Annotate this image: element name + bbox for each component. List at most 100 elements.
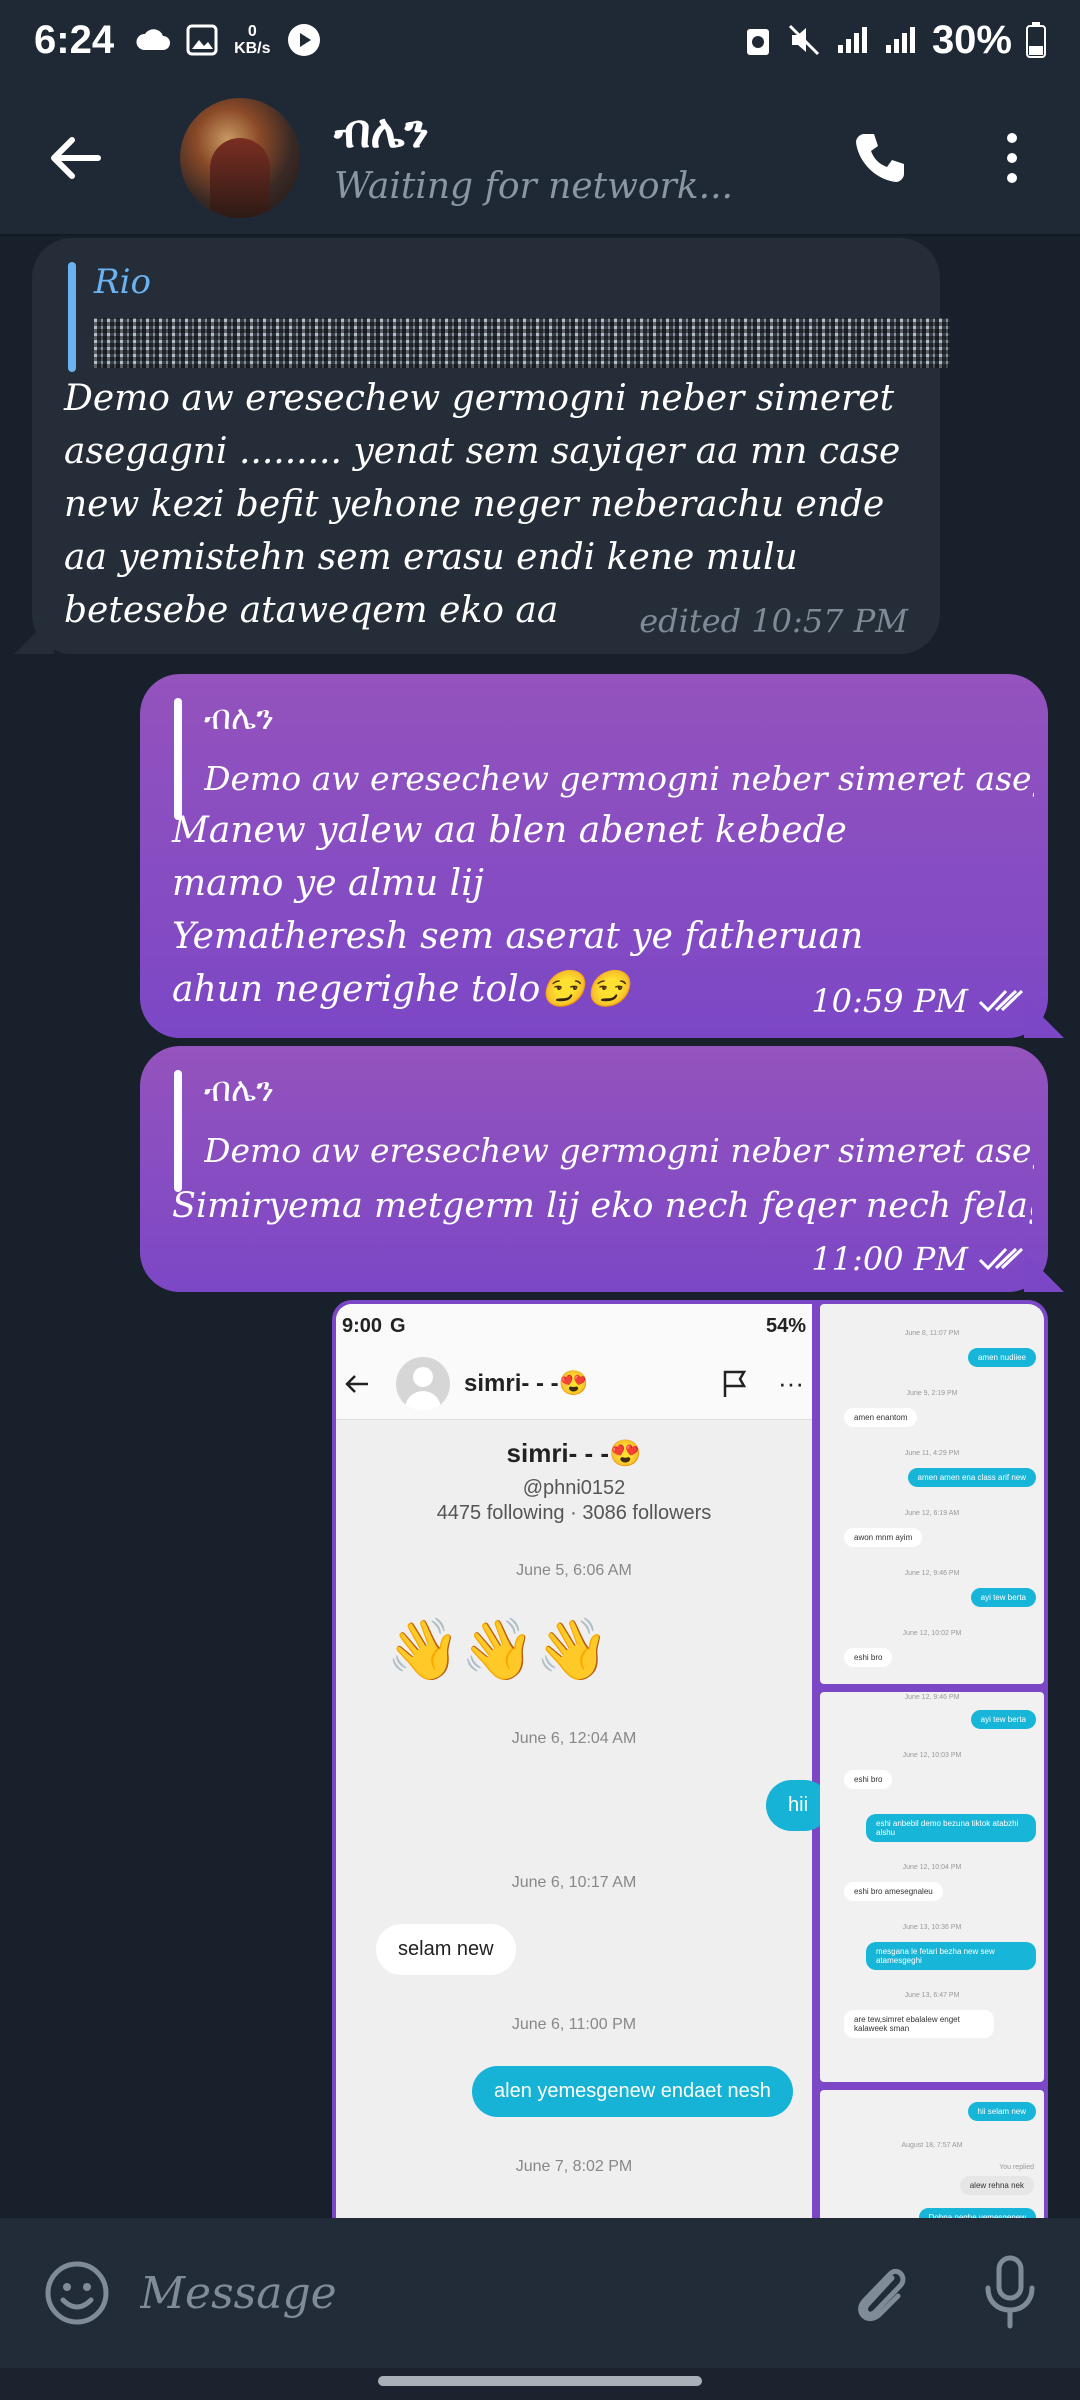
shot-header-name: simri- - -😍 xyxy=(464,1370,589,1397)
reply-bar xyxy=(174,698,182,820)
back-arrow-icon[interactable] xyxy=(46,128,106,188)
shot-date: June 6, 12:04 AM xyxy=(511,1730,637,1747)
mini-date: June 11, 4:29 PM xyxy=(904,1450,960,1457)
cloud-icon xyxy=(136,29,171,50)
flag-icon xyxy=(723,1370,747,1397)
phone-icon[interactable] xyxy=(850,128,910,188)
chat-header: ብሌን Waiting for network... xyxy=(0,80,1080,236)
net-speed-unit: KB/s xyxy=(234,40,271,57)
outgoing-message[interactable]: ብሌን Demo aw eresechew germogni neber sim… xyxy=(140,1046,1048,1292)
shot-out-msg: alen yemesgenew endaet nesh xyxy=(472,2066,793,2117)
status-bar: 6:24 0 KB/s 30% xyxy=(0,0,1080,80)
status-right-icons: 30% xyxy=(744,18,1046,63)
outgoing-message[interactable]: ብሌን Demo aw eresechew germogni neber sim… xyxy=(140,674,1048,1038)
screenshot-photo-3[interactable]: June 12, 9:46 PM ayi tew berta June 12, … xyxy=(820,1692,1044,2082)
double-check-icon xyxy=(978,989,1024,1013)
image-icon xyxy=(186,24,218,56)
home-gesture-pill[interactable] xyxy=(378,2376,702,2386)
mini-date: June 12, 9:46 PM xyxy=(904,1570,960,1577)
signal-icon-2 xyxy=(885,27,915,53)
mini-in-msg: eshi bro xyxy=(844,1648,893,1667)
screenshot-photo-main[interactable]: 9:00 G 54% simri- - -😍 ··· simri- - -😍 @… xyxy=(336,1304,831,2218)
mini-date: June 12, 10:03 PM xyxy=(902,1752,962,1759)
shot-date: June 5, 6:06 AM xyxy=(516,1562,632,1579)
shot-back-icon xyxy=(345,1374,368,1393)
shot-profile-name: simri- - -😍 xyxy=(506,1438,642,1468)
microphone-icon[interactable] xyxy=(980,2254,1040,2330)
play-icon xyxy=(287,24,320,56)
status-left-icons: 0 KB/s xyxy=(136,23,320,57)
shot-battery: 54% xyxy=(765,1314,806,1337)
reply-preview: Demo aw eresechew germogni neber simeret… xyxy=(204,759,1034,798)
mini-date: June 12, 6:19 AM xyxy=(904,1510,960,1517)
mini-out-msg: eshi anbebil demo bezuna tiktok atabzhi … xyxy=(866,1814,1036,1842)
mini-in-msg: eshi bro amesegnaleu xyxy=(844,1882,943,1901)
incoming-message[interactable]: Rio Demo aw eresechew germogni neber sim… xyxy=(32,238,950,654)
mini-in-msg: are tew,simret ebalalew enget kalaweek s… xyxy=(844,2010,994,2038)
reply-preview: Demo aw eresechew germogni neber simeret… xyxy=(204,1131,1034,1170)
attach-icon[interactable] xyxy=(848,2258,914,2328)
net-speed-value: 0 xyxy=(247,23,257,40)
reply-author: Rio xyxy=(94,262,151,302)
mini-reply-label: You replied xyxy=(999,2164,1034,2171)
mini-in-msg: amen enantom xyxy=(844,1408,918,1427)
mini-out-msg: hii selam new xyxy=(967,2102,1036,2121)
net-speed: 0 KB/s xyxy=(234,23,270,57)
shot-date: June 6, 10:17 AM xyxy=(511,1874,637,1891)
message-meta: edited 10:57 PM xyxy=(639,602,908,640)
shot-in-msg: selam new xyxy=(376,1924,516,1975)
more-options-icon[interactable] xyxy=(990,128,1034,188)
message-time: 11:00 PM xyxy=(811,1240,968,1278)
message-list[interactable]: Rio Demo aw eresechew germogni neber sim… xyxy=(0,238,1080,2218)
signal-icon-1 xyxy=(837,27,867,53)
reply-author: ብሌን xyxy=(204,698,275,738)
mini-out-msg: mesgana le fetari bezha new sew atamesge… xyxy=(866,1942,1036,1970)
reply-bar xyxy=(174,1070,182,1192)
emoji-icon[interactable] xyxy=(44,2260,110,2326)
mini-date: June 12, 9:46 PM xyxy=(904,1694,960,1701)
mini-in-msg: awon mnm ayim xyxy=(844,1528,923,1547)
reply-bar xyxy=(68,262,76,372)
shot-g: G xyxy=(390,1314,406,1337)
mini-date: June 8, 11:07 PM xyxy=(904,1330,960,1337)
photo-album[interactable]: 9:00 G 54% simri- - -😍 ··· simri- - -😍 @… xyxy=(332,1300,1048,2218)
battery-percent: 30% xyxy=(931,17,1012,62)
mini-date: June 9, 2:19 PM xyxy=(906,1390,958,1397)
message-composer xyxy=(0,2218,1080,2368)
contact-name[interactable]: ብሌን xyxy=(334,104,429,160)
reply-author: ብሌን xyxy=(204,1070,275,1110)
shot-avatar xyxy=(396,1356,450,1411)
recycle-icon xyxy=(746,29,769,55)
connection-status: Waiting for network... xyxy=(334,166,733,207)
shot-handle: @phni0152 xyxy=(522,1477,626,1499)
mini-out-msg: ayi tew berta xyxy=(970,1588,1036,1607)
screenshot-photo-2[interactable]: June 8, 11:07 PM amen nudiiee June 9, 2:… xyxy=(820,1304,1044,1684)
message-input[interactable] xyxy=(140,2258,780,2328)
mini-out-msg: amen amen ena class arif new xyxy=(907,1468,1036,1487)
mini-date: June 12, 10:02 PM xyxy=(902,1630,962,1637)
mini-out-msg: ayi tew berta xyxy=(970,1710,1036,1729)
hidden-reply-preview xyxy=(94,318,950,368)
shot-profile: simri- - -😍 @phni0152 4475 following · 3… xyxy=(336,1420,812,1525)
message-meta: 11:00 PM xyxy=(811,1240,1028,1278)
shot-time: 9:00 xyxy=(342,1314,383,1337)
mini-date: June 12, 10:04 PM xyxy=(902,1864,962,1871)
message-text: Manew yalew aa blen abenet kebede mamo y… xyxy=(172,810,864,1010)
message-meta: 10:59 PM xyxy=(811,982,1028,1020)
shot-date: June 7, 8:02 PM xyxy=(515,2158,633,2175)
status-time: 6:24 xyxy=(34,17,115,62)
message-text: Simiryema metgerm lij eko nech feqer nec… xyxy=(172,1186,1032,1226)
mini-out-msg: Dohna neghe yemesgenew xyxy=(918,2208,1036,2218)
mini-date: June 13, 10:36 PM xyxy=(902,1924,962,1931)
message-text: Demo aw eresechew germogni neber simeret… xyxy=(64,378,901,631)
double-check-icon xyxy=(978,1247,1024,1271)
mini-in-msg: eshi bro xyxy=(844,1770,893,1789)
screenshot-photo-4[interactable]: hii selam new August 18, 7:57 AM You rep… xyxy=(820,2090,1044,2218)
contact-avatar[interactable] xyxy=(180,98,300,218)
message-time: 10:59 PM xyxy=(811,982,968,1020)
shot-stats: 4475 following · 3086 followers xyxy=(436,1502,712,1524)
mini-in-msg: alew rehna nek xyxy=(959,2176,1034,2195)
more-icon: ··· xyxy=(778,1368,804,1398)
shot-status-bar: 9:00 G 54% xyxy=(336,1304,812,1348)
shot-header-icons: ··· xyxy=(722,1368,804,1399)
